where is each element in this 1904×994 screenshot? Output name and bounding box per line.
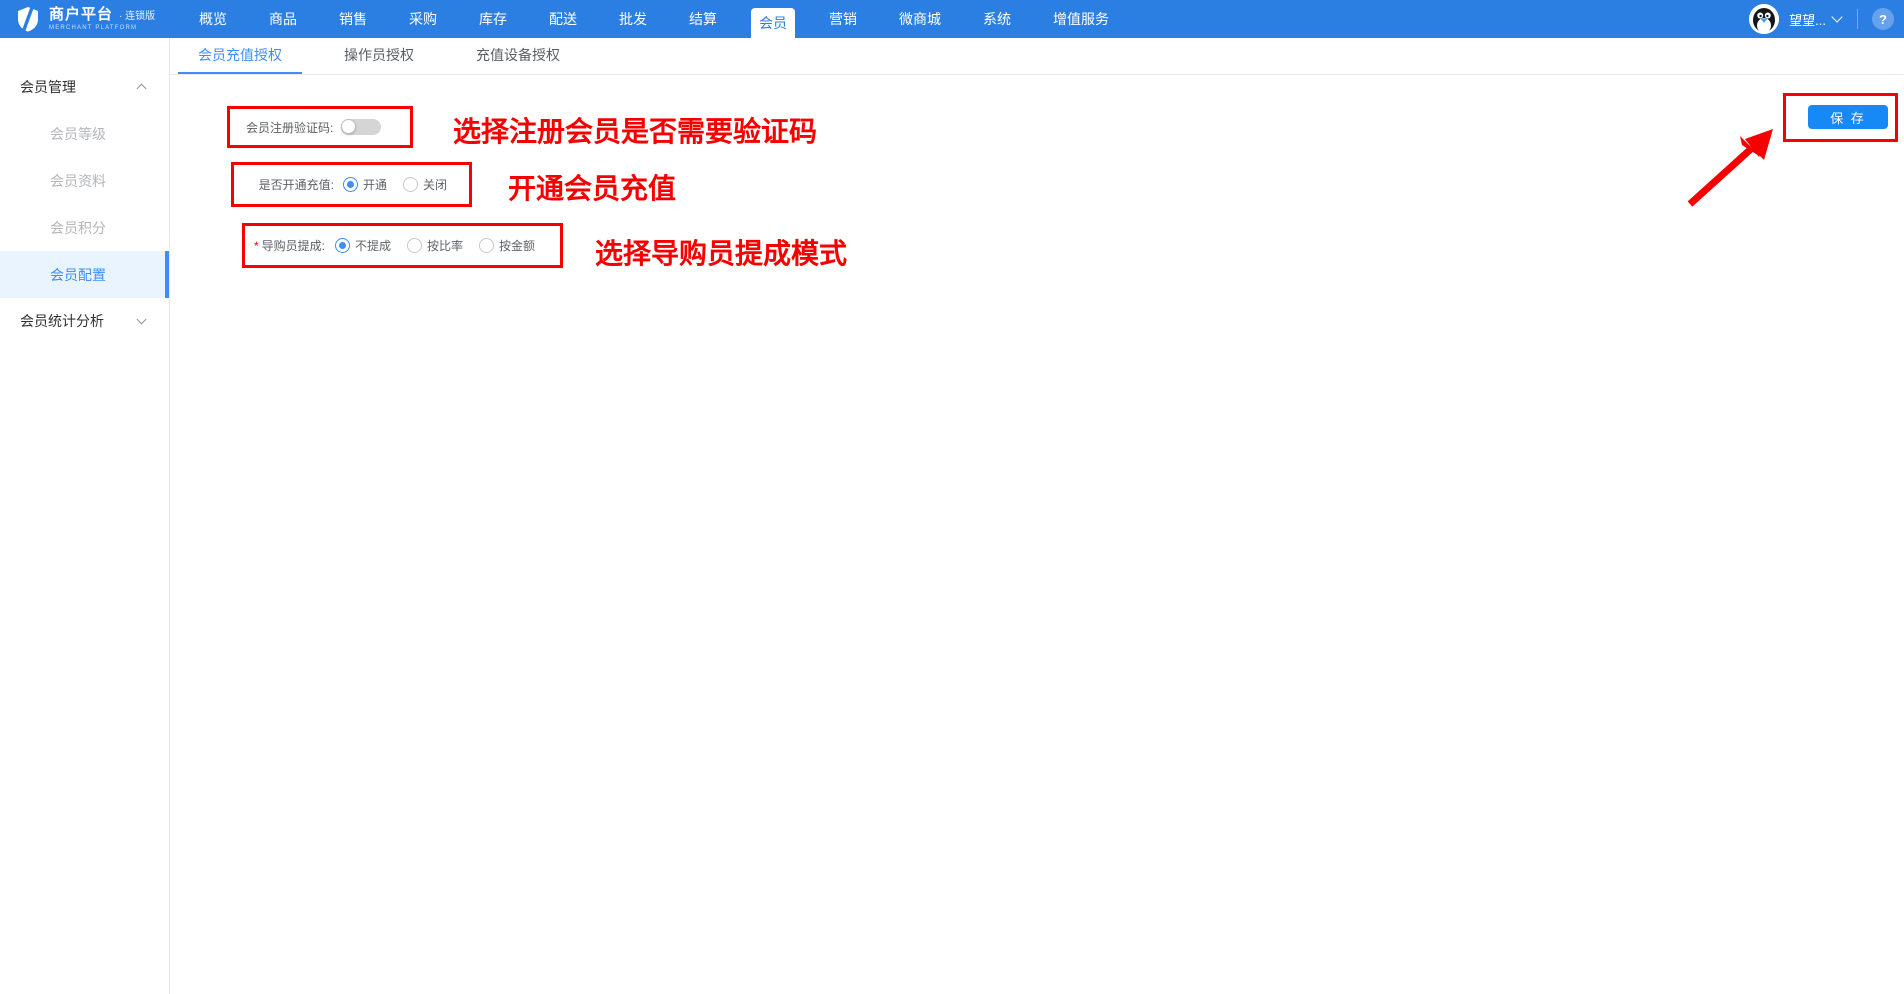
nav-item-5[interactable]: 配送 [541, 0, 585, 38]
nav-item-6[interactable]: 批发 [611, 0, 655, 38]
radio-circle-icon [335, 238, 350, 253]
nav-item-2[interactable]: 销售 [331, 0, 375, 38]
register-captcha-toggle[interactable] [341, 119, 381, 135]
annotation-register-captcha: 选择注册会员是否需要验证码 [453, 110, 817, 150]
recharge-enable-radio-group: 开通 关闭 [343, 176, 463, 193]
radio-option-label: 不提成 [355, 237, 391, 254]
sidebar-item-0-3[interactable]: 会员配置 [0, 251, 169, 298]
chevron-down-icon[interactable] [1831, 11, 1842, 22]
radio-option-label: 关闭 [423, 176, 447, 193]
sidebar-item-0-1[interactable]: 会员资料 [0, 157, 169, 204]
sidebar-item-0-2[interactable]: 会员积分 [0, 204, 169, 251]
radio-option-按比率[interactable]: 按比率 [407, 237, 463, 254]
radio-option-不提成[interactable]: 不提成 [335, 237, 391, 254]
nav-item-3[interactable]: 采购 [401, 0, 445, 38]
navbar-right: 望望... ? [1749, 0, 1894, 38]
brand-subtitle: MERCHANT PLATFORM [49, 25, 155, 31]
penguin-avatar-icon [1749, 4, 1779, 34]
user-name[interactable]: 望望... [1789, 10, 1826, 29]
nav-item-10[interactable]: 微商城 [891, 0, 949, 38]
nav-item-4[interactable]: 库存 [471, 0, 515, 38]
nav-menu: 概览商品销售采购库存配送批发结算会员营销微商城系统增值服务 [178, 0, 1130, 38]
toggle-knob [341, 119, 356, 134]
nav-item-0[interactable]: 概览 [191, 0, 235, 38]
tab-0[interactable]: 会员充值授权 [178, 38, 302, 74]
annotation-recharge-enable: 开通会员充值 [508, 167, 676, 207]
register-captcha-label: 会员注册验证码: [246, 119, 332, 136]
help-icon[interactable]: ? [1872, 8, 1894, 30]
main-content: 会员注册验证码: 选择注册会员是否需要验证码 是否开通充值: 开通 关闭 开通会员… [170, 75, 1904, 994]
radio-option-label: 按金额 [499, 237, 535, 254]
guide-commission-radio-group: 不提成 按比率 按金额 [335, 237, 551, 254]
required-marker: * [254, 239, 259, 253]
brand: 商户平台 · 连锁版 MERCHANT PLATFORM [16, 0, 155, 38]
brand-edition: · 连锁版 [119, 12, 155, 22]
radio-circle-icon [479, 238, 494, 253]
nav-item-11[interactable]: 系统 [975, 0, 1019, 38]
nav-item-1[interactable]: 商品 [261, 0, 305, 38]
user-avatar[interactable] [1749, 4, 1779, 34]
sidebar-group-label: 会员统计分析 [20, 311, 104, 331]
guide-commission-label: 导购员提成: [262, 237, 325, 254]
nav-item-8[interactable]: 会员 [751, 8, 795, 38]
divider [1857, 9, 1858, 29]
radio-option-开通[interactable]: 开通 [343, 176, 387, 193]
recharge-enable-label: 是否开通充值: [253, 176, 334, 193]
nav-item-12[interactable]: 增值服务 [1045, 0, 1117, 38]
nav-item-7[interactable]: 结算 [681, 0, 725, 38]
brand-title: 商户平台 [49, 7, 113, 22]
radio-option-按金额[interactable]: 按金额 [479, 237, 535, 254]
save-button[interactable]: 保 存 [1808, 105, 1888, 129]
radio-circle-icon [343, 177, 358, 192]
radio-option-关闭[interactable]: 关闭 [403, 176, 447, 193]
sidebar-item-0-0[interactable]: 会员等级 [0, 110, 169, 157]
annotation-arrow-icon [170, 75, 1904, 994]
sidebar-group-1[interactable]: 会员统计分析 [0, 298, 169, 344]
chevron-up-icon [137, 84, 147, 94]
radio-circle-icon [403, 177, 418, 192]
nav-item-9[interactable]: 营销 [821, 0, 865, 38]
sidebar-group-0[interactable]: 会员管理 [0, 64, 169, 110]
sidebar: 会员管理会员等级会员资料会员积分会员配置会员统计分析 [0, 38, 170, 994]
chevron-down-icon [137, 315, 147, 325]
annotation-guide-commission: 选择导购员提成模式 [595, 232, 847, 272]
top-navbar: 商户平台 · 连锁版 MERCHANT PLATFORM 概览商品销售采购库存配… [0, 0, 1904, 38]
tab-1[interactable]: 操作员授权 [324, 38, 434, 74]
annotation-box-guide-commission: * 导购员提成: 不提成 按比率 按金额 [242, 223, 563, 268]
radio-option-label: 按比率 [427, 237, 463, 254]
content-tabbar: 会员充值授权操作员授权充值设备授权 [170, 38, 1904, 75]
page-root: 商户平台 · 连锁版 MERCHANT PLATFORM 概览商品销售采购库存配… [0, 0, 1904, 994]
annotation-box-recharge-enable: 是否开通充值: 开通 关闭 [231, 162, 472, 207]
tab-2[interactable]: 充值设备授权 [456, 38, 580, 74]
sidebar-group-label: 会员管理 [20, 77, 76, 97]
radio-option-label: 开通 [363, 176, 387, 193]
radio-circle-icon [407, 238, 422, 253]
brand-logo-icon [16, 6, 40, 32]
annotation-box-register-captcha: 会员注册验证码: [227, 106, 413, 148]
